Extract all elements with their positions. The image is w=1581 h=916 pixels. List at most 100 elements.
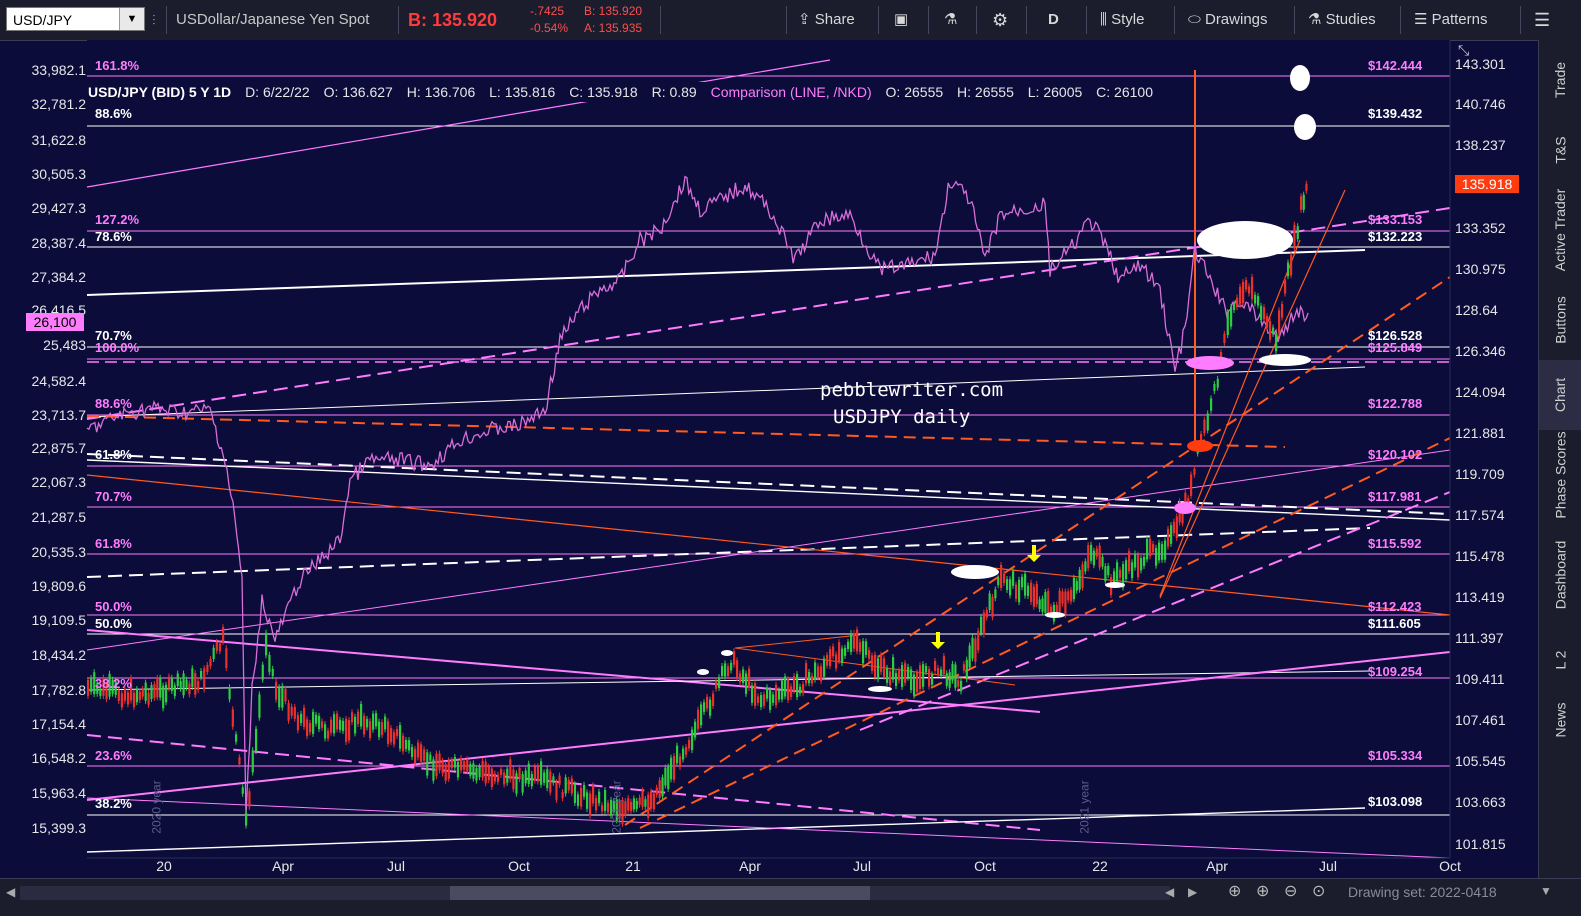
side-tab-l-2[interactable]: L 2 xyxy=(1539,630,1581,690)
right-axis-label: 130.975 xyxy=(1455,261,1506,277)
chevron-down-icon[interactable]: ▼ xyxy=(119,8,144,30)
left-axis-label: 30,505.3 xyxy=(31,166,87,182)
legend-cmp-open: O: 26555 xyxy=(885,84,944,100)
snapshot-icon[interactable]: ▣ xyxy=(894,0,908,40)
chevron-down-icon[interactable]: ▼ xyxy=(1540,884,1552,898)
left-axis-label: 19,109.5 xyxy=(31,612,87,628)
link-icon[interactable]: ⫶ xyxy=(152,0,156,40)
zoom-out-icon[interactable]: ⊖ xyxy=(1284,881,1297,901)
side-tab-label: Trade xyxy=(1552,61,1569,99)
patterns-icon: ☰ xyxy=(1414,11,1428,28)
left-axis-label: 28,387.4 xyxy=(31,235,87,251)
watermark-subtitle: USDJPY daily xyxy=(833,406,971,428)
side-tab-t-s[interactable]: T&S xyxy=(1539,120,1581,180)
fib-label: 127.2% xyxy=(95,212,140,227)
left-axis-label: 17,154.4 xyxy=(31,716,87,732)
right-axis-label: 111.397 xyxy=(1455,630,1504,646)
level-label: $142.444 xyxy=(1368,58,1423,73)
side-tab-buttons[interactable]: Buttons xyxy=(1539,280,1581,360)
symbol-selector[interactable]: USD/JPY ▼ xyxy=(6,7,145,31)
right-axis-label: 124.094 xyxy=(1455,384,1506,400)
top-toolbar: USD/JPY ▼ ⫶ USDollar/Japanese Yen Spot B… xyxy=(0,0,1581,41)
patterns-button[interactable]: ☰ Patterns xyxy=(1414,0,1488,40)
left-axis-label: 17,782.8 xyxy=(31,682,87,698)
legend-close: C: 135.918 xyxy=(569,84,638,100)
left-axis-label: 18,434.2 xyxy=(31,647,87,663)
zoom-in-icon[interactable]: ⊕ xyxy=(1256,881,1269,901)
side-tab-label: Buttons xyxy=(1552,296,1569,344)
scroll-end-icon[interactable]: ▶ xyxy=(1188,885,1197,899)
menu-icon[interactable]: ☰ xyxy=(1534,0,1550,40)
year-mark-2021b: 2021 year xyxy=(1077,780,1092,834)
left-axis-label: 20,535.3 xyxy=(31,544,87,560)
crosshair-icon[interactable]: ⊕ xyxy=(1228,881,1241,901)
left-axis-label: 19,809.6 xyxy=(31,578,87,594)
price-chart[interactable]: USD/JPY (BID) 5 Y 1D D: 6/22/22 O: 136.6… xyxy=(0,40,1581,878)
symbol-text: USD/JPY xyxy=(13,12,73,28)
legend-range: R: 0.89 xyxy=(651,84,697,100)
side-tab-active-trader[interactable]: Active Trader xyxy=(1539,180,1581,280)
scroll-right-icon[interactable]: ◀ xyxy=(1165,885,1174,899)
fib-label: 23.6% xyxy=(95,748,132,763)
time-axis-label: Oct xyxy=(508,858,530,874)
right-current-value: 135.918 xyxy=(1455,175,1519,193)
fib-label: 78.6% xyxy=(95,229,132,244)
year-mark-2021a: 2021 year xyxy=(609,780,624,834)
level-label: $115.592 xyxy=(1368,536,1422,551)
right-axis-label: 143.301 xyxy=(1455,56,1506,72)
level-label: $120.102 xyxy=(1368,447,1423,462)
time-axis-label: Oct xyxy=(974,858,996,874)
side-tab-dashboard[interactable]: Dashboard xyxy=(1539,520,1581,630)
legend-comparison: Comparison (LINE, /NKD) xyxy=(710,84,872,100)
legend-cmp-high: H: 26555 xyxy=(957,84,1014,100)
level-label: $109.254 xyxy=(1368,664,1423,679)
share-icon: ⇪ xyxy=(798,11,811,28)
ask-small: A: 135.935 xyxy=(584,21,643,35)
time-axis-label: Jul xyxy=(853,858,871,874)
left-axis-label: 29,427.3 xyxy=(31,200,87,216)
style-button[interactable]: ⫼ Style xyxy=(1100,0,1144,40)
side-tab-label: News xyxy=(1552,702,1569,738)
left-axis-label: 31,622.8 xyxy=(31,132,87,148)
symbol-description: USDollar/Japanese Yen Spot xyxy=(176,11,370,28)
price-change: -.7425 xyxy=(530,4,565,18)
fib-label: 61.8% xyxy=(95,447,132,462)
candle-icon: ⫼ xyxy=(1100,11,1107,28)
right-axis-label: 109.411 xyxy=(1455,671,1505,687)
zoom-fit-icon[interactable]: ⊙ xyxy=(1312,881,1325,901)
side-tab-label: Phase Scores xyxy=(1552,431,1569,519)
legend-date: D: 6/22/22 xyxy=(245,84,310,100)
level-label: $112.423 xyxy=(1368,599,1422,614)
scroll-left-icon[interactable]: ◀ xyxy=(6,885,15,899)
time-axis-label: Jul xyxy=(387,858,405,874)
right-axis-label: 105.545 xyxy=(1455,753,1506,769)
chart-canvas[interactable] xyxy=(0,40,1581,878)
flask-icon[interactable]: ⚗ xyxy=(944,0,957,40)
year-mark-2020: 2020 year xyxy=(149,780,164,834)
period-button[interactable]: D xyxy=(1048,0,1059,40)
fib-label: 38.2% xyxy=(95,796,132,811)
level-label: $111.605 xyxy=(1368,616,1421,631)
fib-label: 88.6% xyxy=(95,396,132,411)
right-axis-label: 115.478 xyxy=(1455,548,1505,564)
level-label: $103.098 xyxy=(1368,794,1423,809)
bid-small: B: 135.920 xyxy=(584,4,643,18)
drawings-button[interactable]: ⬭ Drawings xyxy=(1188,0,1268,40)
legend-high: H: 136.706 xyxy=(406,84,476,100)
studies-button[interactable]: ⚗ Studies xyxy=(1308,0,1376,40)
side-tab-news[interactable]: News xyxy=(1539,690,1581,750)
scrollbar-track[interactable] xyxy=(20,886,1170,900)
gear-icon[interactable]: ⚙ xyxy=(992,0,1008,40)
scrollbar-thumb[interactable] xyxy=(450,886,870,900)
bid-price: B: 135.920 xyxy=(408,10,498,30)
side-tab-trade[interactable]: Trade xyxy=(1539,40,1581,120)
fib-label: 161.8% xyxy=(95,58,140,73)
side-tab-phase-scores[interactable]: Phase Scores xyxy=(1539,430,1581,520)
left-axis-label: 25,483 xyxy=(43,337,86,353)
share-button[interactable]: ⇪ Share xyxy=(798,0,855,40)
legend-title: USD/JPY (BID) 5 Y 1D xyxy=(88,84,232,100)
side-tab-chart[interactable]: Chart xyxy=(1539,360,1581,430)
left-axis-label: 23,713.7 xyxy=(31,407,87,423)
left-axis-label: 22,875.7 xyxy=(31,440,87,456)
fib-label: 88.6% xyxy=(95,106,132,121)
